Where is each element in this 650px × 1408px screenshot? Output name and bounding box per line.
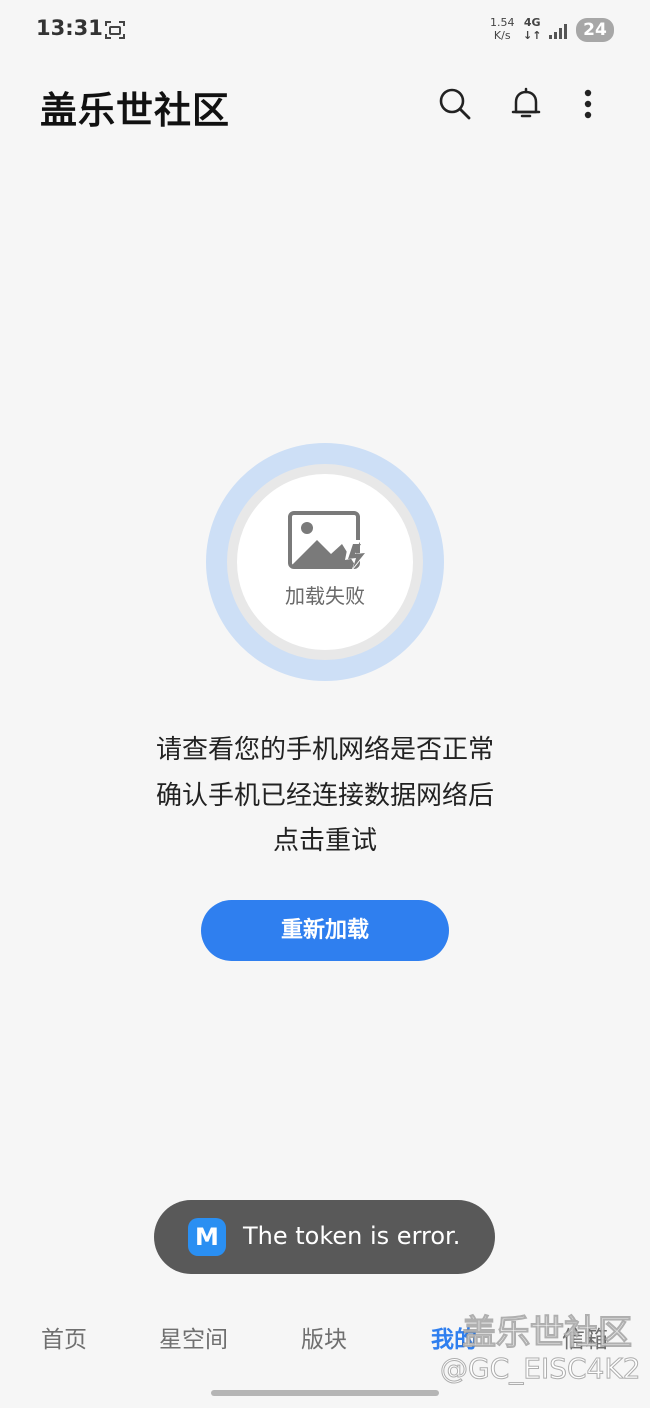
network-speed-value: 1.54 [490, 16, 515, 29]
network-type-label: 4G [523, 16, 541, 29]
broken-image-icon [288, 511, 367, 572]
screen: 13:31 1.54 K/s 4G ↓↑ 24 盖乐世社区 加载失败 请查看您的… [0, 0, 650, 1408]
load-failed-illustration: 加载失败 [206, 443, 444, 681]
load-failed-circle: 加载失败 [227, 464, 423, 660]
network-speed: 1.54 K/s [490, 16, 515, 42]
error-message-line-1: 请查看您的手机网络是否正常 [155, 735, 494, 765]
home-indicator[interactable] [211, 1390, 439, 1396]
battery-indicator: 24 [576, 18, 614, 42]
page-title: 盖乐世社区 [40, 89, 230, 132]
signal-icon [548, 22, 570, 40]
more-vertical-icon [584, 89, 592, 119]
screenshot-icon [104, 19, 126, 41]
watermark-user: @GC_EISC4K2 [440, 1352, 642, 1386]
status-bar: 13:31 1.54 K/s 4G ↓↑ 24 [0, 0, 650, 62]
error-message-line-3: 点击重试 [272, 826, 377, 856]
toast-message: The token is error. [243, 1222, 461, 1250]
nav-boards[interactable]: 版块 [301, 1320, 347, 1354]
load-failed-label: 加载失败 [285, 584, 365, 608]
network-speed-unit: K/s [493, 29, 511, 42]
status-time: 13:31 [36, 16, 103, 40]
nav-star-space[interactable]: 星空间 [159, 1320, 228, 1354]
search-icon [439, 88, 471, 120]
network-arrows-icon: ↓↑ [523, 29, 542, 42]
app-logo-icon: M [188, 1218, 226, 1256]
reload-button[interactable]: 重新加载 [201, 900, 449, 961]
more-options-button[interactable] [568, 84, 608, 124]
network-type: 4G ↓↑ [523, 16, 541, 42]
toast: M The token is error. [154, 1200, 495, 1274]
notifications-button[interactable] [506, 84, 546, 124]
error-message-line-2: 确认手机已经连接数据网络后 [155, 781, 494, 811]
bell-icon [511, 87, 541, 118]
search-button[interactable] [435, 84, 475, 124]
watermark-title: 盖乐世社区 [462, 1313, 633, 1354]
nav-home[interactable]: 首页 [41, 1320, 87, 1354]
